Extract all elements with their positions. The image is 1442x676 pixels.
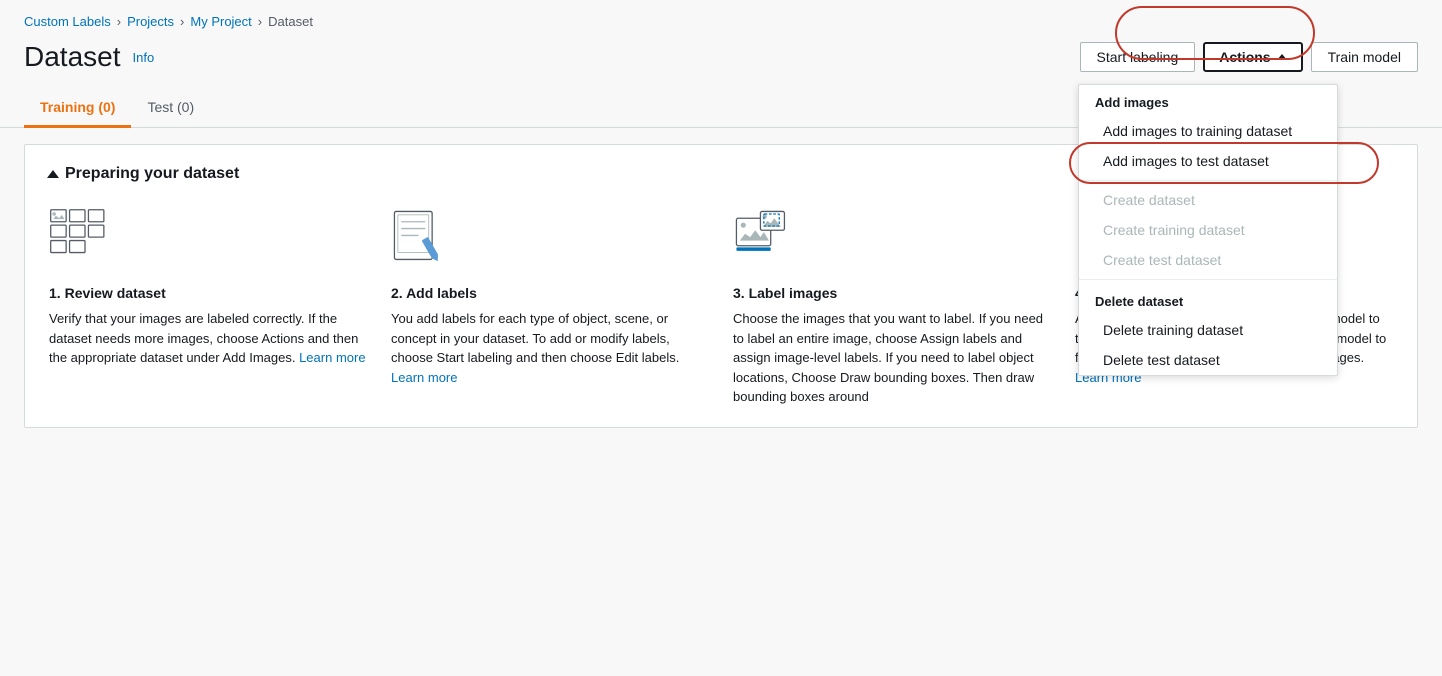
create-dataset-item: Create dataset [1079,185,1337,215]
breadcrumb-chevron-3: › [258,14,262,29]
actions-button-wrapper: Actions [1203,42,1302,72]
actions-button[interactable]: Actions [1203,42,1302,72]
step-3-body: Choose the images that you want to label… [733,309,1051,407]
info-link[interactable]: Info [133,50,155,65]
add-images-training-item[interactable]: Add images to training dataset [1079,116,1337,146]
add-training-item-wrapper: Add images to training dataset [1079,116,1337,146]
page-title: Dataset [24,41,121,73]
breadcrumb-projects[interactable]: Projects [127,14,174,29]
breadcrumb-my-project[interactable]: My Project [190,14,251,29]
step-2: 2. Add labels You add labels for each ty… [391,203,709,407]
breadcrumb: Custom Labels › Projects › My Project › … [0,0,1442,37]
dropdown-section-delete: Delete dataset [1079,284,1337,315]
section-title-text: Preparing your dataset [65,165,239,183]
create-training-dataset-item: Create training dataset [1079,215,1337,245]
actions-dropdown-menu: Add images Add images to training datase… [1078,84,1338,376]
delete-training-dataset-item[interactable]: Delete training dataset [1079,315,1337,345]
step-1-title: 1. Review dataset [49,285,367,301]
add-labels-icon [391,208,451,268]
step-1-body: Verify that your images are labeled corr… [49,309,367,368]
breadcrumb-custom-labels[interactable]: Custom Labels [24,14,111,29]
step-2-title: 2. Add labels [391,285,709,301]
step-2-body: You add labels for each type of object, … [391,309,709,387]
create-test-dataset-item: Create test dataset [1079,245,1337,275]
step-1-icon [49,203,367,273]
train-model-button[interactable]: Train model [1311,42,1418,72]
dropdown-divider-1 [1079,180,1337,181]
page-title-area: Dataset Info [24,41,154,73]
dropdown-section-add-images: Add images [1079,85,1337,116]
breadcrumb-current: Dataset [268,14,313,29]
actions-arrow-icon [1277,54,1287,60]
step-2-learn-more[interactable]: Learn more [391,370,457,385]
step-3: 3. Label images Choose the images that y… [733,203,1051,407]
breadcrumb-chevron-2: › [180,14,184,29]
breadcrumb-chevron-1: › [117,14,121,29]
step-1: 1. Review dataset Verify that your image… [49,203,367,407]
add-images-test-item[interactable]: Add images to test dataset [1079,146,1337,176]
dropdown-divider-2 [1079,279,1337,280]
step-3-title: 3. Label images [733,285,1051,301]
actions-button-label: Actions [1219,49,1270,65]
tab-test[interactable]: Test (0) [131,89,210,128]
label-images-icon [733,208,793,268]
collapse-icon[interactable] [47,170,59,178]
start-labeling-button[interactable]: Start labeling [1080,42,1196,72]
step-3-icon [733,203,1051,273]
header-actions: Start labeling Actions Train model Add i… [1080,42,1418,72]
step-1-learn-more[interactable]: Learn more [299,350,365,365]
review-dataset-icon [49,208,109,268]
delete-test-dataset-item[interactable]: Delete test dataset [1079,345,1337,375]
page-header: Dataset Info Start labeling Actions Trai… [0,37,1442,89]
tab-training[interactable]: Training (0) [24,89,131,128]
step-2-icon [391,203,709,273]
